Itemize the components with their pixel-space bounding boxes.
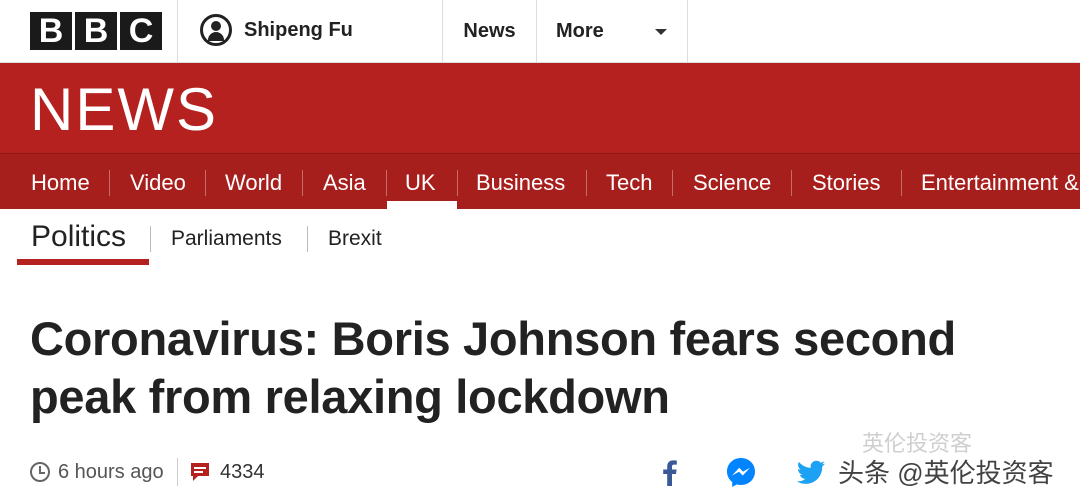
nav-item-business[interactable]: Business (476, 154, 565, 209)
article-headline: Coronavirus: Boris Johnson fears second … (30, 310, 1070, 426)
nav-item-stories[interactable]: Stories (812, 154, 880, 209)
nav-divider (386, 170, 387, 196)
top-nav-news-link[interactable]: News (443, 0, 536, 62)
watermark-faint-text: 英伦投资客 (862, 431, 973, 456)
news-wordmark[interactable]: NEWS (30, 75, 218, 145)
account-link[interactable]: Shipeng Fu (200, 14, 353, 46)
nav-item-science[interactable]: Science (693, 154, 771, 209)
bbc-logo-letter: B (75, 12, 117, 50)
nav-item-video[interactable]: Video (130, 154, 186, 209)
top-bar: B B C Shipeng Fu News More (0, 0, 1080, 63)
more-label: More (556, 20, 604, 42)
comment-count: 4334 (220, 461, 265, 483)
comment-icon (190, 462, 210, 482)
chevron-down-icon (655, 29, 667, 35)
bbc-logo-letter: B (30, 12, 72, 50)
nav-divider (901, 170, 902, 196)
account-name: Shipeng Fu (244, 19, 353, 41)
subnav-politics[interactable]: Politics (31, 218, 126, 256)
divider (687, 0, 688, 62)
nav-item-home[interactable]: Home (31, 154, 90, 209)
nav-item-tech[interactable]: Tech (606, 154, 652, 209)
timestamp-text: 6 hours ago (58, 461, 164, 483)
nav-divider (457, 170, 458, 196)
watermark-text: 头条 @英伦投资客 (838, 458, 1054, 488)
bbc-logo-letter: C (120, 12, 162, 50)
section-nav: Home Video World Asia UK Business Tech S… (0, 153, 1080, 209)
user-icon (200, 14, 232, 46)
headline-line-2: peak from relaxing lockdown (30, 370, 670, 423)
subnav-divider (150, 226, 151, 252)
nav-divider (109, 170, 110, 196)
subnav-brexit[interactable]: Brexit (328, 226, 382, 252)
nav-divider (791, 170, 792, 196)
meta-divider (177, 458, 178, 486)
clock-icon (30, 462, 50, 482)
nav-item-world[interactable]: World (225, 154, 282, 209)
subnav-divider (307, 226, 308, 252)
subnav-parliaments[interactable]: Parliaments (171, 226, 282, 252)
messenger-icon[interactable] (725, 456, 757, 488)
nav-divider (586, 170, 587, 196)
bbc-logo[interactable]: B B C (30, 12, 162, 50)
headline-line-1: Coronavirus: Boris Johnson fears second (30, 312, 956, 365)
nav-active-indicator (387, 201, 457, 209)
nav-item-entertainment[interactable]: Entertainment & (921, 154, 1079, 209)
nav-divider (302, 170, 303, 196)
facebook-icon[interactable] (654, 456, 686, 488)
subnav-active-indicator (17, 259, 149, 265)
divider (177, 0, 178, 62)
nav-divider (205, 170, 206, 196)
comments-link[interactable]: 4334 (190, 459, 265, 485)
nav-divider (672, 170, 673, 196)
news-banner: NEWS (0, 63, 1080, 153)
twitter-icon[interactable] (795, 456, 827, 488)
nav-item-asia[interactable]: Asia (323, 154, 366, 209)
article-timestamp: 6 hours ago (30, 459, 164, 485)
top-nav-more-button[interactable]: More (537, 0, 687, 62)
